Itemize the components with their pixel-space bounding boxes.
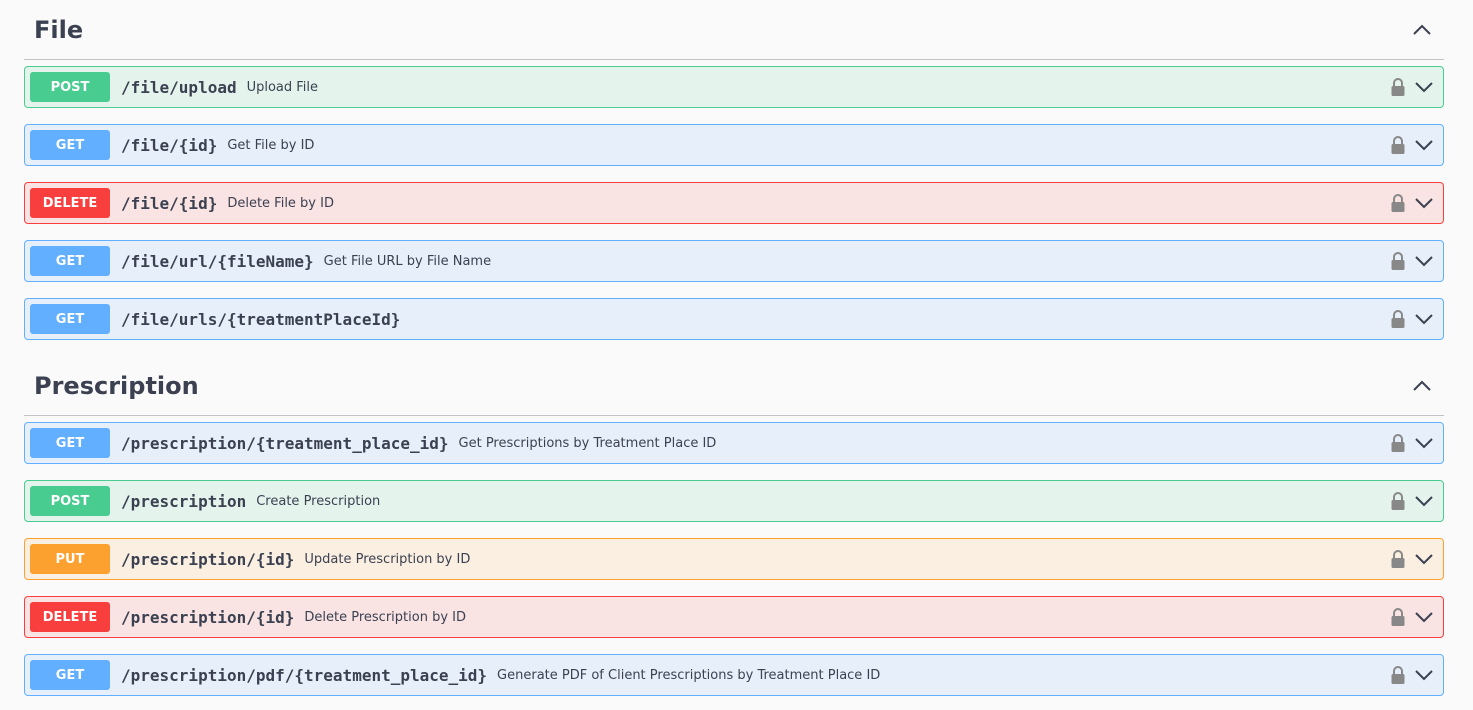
operation-summary: Get File by ID <box>227 137 315 153</box>
method-badge: GET <box>30 304 110 334</box>
operation-path: /file/urls/{treatmentPlaceId} <box>121 309 401 329</box>
operation-summary: Create Prescription <box>256 493 381 509</box>
tag-section-prescription: Prescription GET /prescription/{treatmen… <box>24 356 1444 696</box>
operation-actions <box>1390 539 1434 579</box>
operation-actions <box>1390 67 1434 107</box>
collapse-button[interactable] <box>1410 18 1434 42</box>
method-badge: GET <box>30 660 110 690</box>
lock-icon[interactable] <box>1390 665 1406 685</box>
operation-actions <box>1390 183 1434 223</box>
chevron-down-icon[interactable] <box>1414 135 1434 155</box>
operation-actions <box>1390 241 1434 281</box>
chevron-down-icon[interactable] <box>1414 433 1434 453</box>
operation-path: /prescription/{id} <box>121 607 295 627</box>
chevron-down-icon[interactable] <box>1414 309 1434 329</box>
operation-row[interactable]: GET /file/{id} Get File by ID <box>24 124 1444 166</box>
tag-title: File <box>34 15 84 44</box>
method-badge: GET <box>30 130 110 160</box>
operation-path: /file/url/{fileName} <box>121 251 314 271</box>
collapse-button[interactable] <box>1410 374 1434 398</box>
operation-actions <box>1390 125 1434 165</box>
operation-path: /prescription/{id} <box>121 549 295 569</box>
operations-list: GET /prescription/{treatment_place_id} G… <box>24 422 1444 696</box>
operation-row[interactable]: POST /prescription Create Prescription <box>24 480 1444 522</box>
lock-icon[interactable] <box>1390 135 1406 155</box>
method-badge: DELETE <box>30 602 110 632</box>
chevron-down-icon[interactable] <box>1414 549 1434 569</box>
tag-header[interactable]: Prescription <box>24 356 1444 416</box>
chevron-down-icon[interactable] <box>1414 607 1434 627</box>
operation-row[interactable]: DELETE /prescription/{id} Delete Prescri… <box>24 596 1444 638</box>
operation-row[interactable]: GET /prescription/pdf/{treatment_place_i… <box>24 654 1444 696</box>
operation-summary: Upload File <box>246 79 319 95</box>
operation-summary: Get File URL by File Name <box>323 253 492 269</box>
operation-path: /prescription/{treatment_place_id} <box>121 433 449 453</box>
method-badge: GET <box>30 246 110 276</box>
operation-row[interactable]: GET /file/urls/{treatmentPlaceId} <box>24 298 1444 340</box>
lock-icon[interactable] <box>1390 309 1406 329</box>
operation-summary: Get Prescriptions by Treatment Place ID <box>458 435 717 451</box>
operation-path: /prescription/pdf/{treatment_place_id} <box>121 665 488 685</box>
operation-path: /file/{id} <box>121 193 218 213</box>
operations-list: POST /file/upload Upload File GET /file/… <box>24 66 1444 340</box>
lock-icon[interactable] <box>1390 433 1406 453</box>
operation-summary: Delete File by ID <box>227 195 334 211</box>
chevron-up-icon <box>1413 380 1431 391</box>
method-badge: GET <box>30 428 110 458</box>
chevron-down-icon[interactable] <box>1414 491 1434 511</box>
lock-icon[interactable] <box>1390 491 1406 511</box>
lock-icon[interactable] <box>1390 549 1406 569</box>
sections-container: File POST /file/upload Upload File GET /… <box>24 0 1444 696</box>
operation-summary: Generate PDF of Client Prescriptions by … <box>497 667 881 683</box>
chevron-down-icon[interactable] <box>1414 665 1434 685</box>
operation-actions <box>1390 481 1434 521</box>
method-badge: PUT <box>30 544 110 574</box>
chevron-down-icon[interactable] <box>1414 77 1434 97</box>
lock-icon[interactable] <box>1390 77 1406 97</box>
operation-actions <box>1390 423 1434 463</box>
operation-row[interactable]: GET /prescription/{treatment_place_id} G… <box>24 422 1444 464</box>
operation-row[interactable]: GET /file/url/{fileName} Get File URL by… <box>24 240 1444 282</box>
chevron-down-icon[interactable] <box>1414 193 1434 213</box>
method-badge: POST <box>30 486 110 516</box>
operation-actions <box>1390 597 1434 637</box>
tag-title: Prescription <box>34 371 199 400</box>
operation-row[interactable]: DELETE /file/{id} Delete File by ID <box>24 182 1444 224</box>
chevron-up-icon <box>1413 24 1431 35</box>
tag-header[interactable]: File <box>24 0 1444 60</box>
method-badge: POST <box>30 72 110 102</box>
lock-icon[interactable] <box>1390 193 1406 213</box>
lock-icon[interactable] <box>1390 607 1406 627</box>
operation-row[interactable]: PUT /prescription/{id} Update Prescripti… <box>24 538 1444 580</box>
lock-icon[interactable] <box>1390 251 1406 271</box>
method-badge: DELETE <box>30 188 110 218</box>
operation-summary: Update Prescription by ID <box>304 551 471 567</box>
operation-path: /prescription <box>121 491 247 511</box>
operation-actions <box>1390 655 1434 695</box>
operation-path: /file/{id} <box>121 135 218 155</box>
operation-row[interactable]: POST /file/upload Upload File <box>24 66 1444 108</box>
tag-section-file: File POST /file/upload Upload File GET /… <box>24 0 1444 340</box>
chevron-down-icon[interactable] <box>1414 251 1434 271</box>
operation-actions <box>1390 299 1434 339</box>
swagger-operations: File POST /file/upload Upload File GET /… <box>0 0 1473 696</box>
operation-path: /file/upload <box>121 77 237 97</box>
operation-summary: Delete Prescription by ID <box>304 609 466 625</box>
